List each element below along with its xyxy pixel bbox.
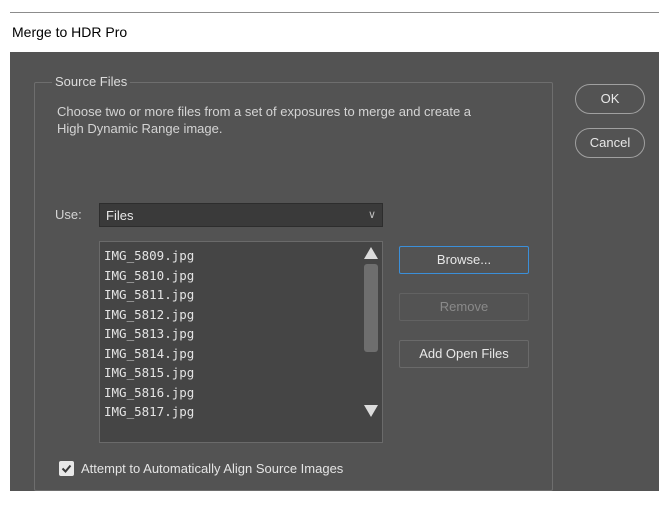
dialog-body: Source Files Choose two or more files fr…	[10, 52, 659, 491]
file-list-item[interactable]: IMG_5812.jpg	[104, 305, 194, 324]
remove-button[interactable]: Remove	[399, 293, 529, 321]
use-label: Use:	[55, 207, 82, 222]
file-list-item[interactable]: IMG_5816.jpg	[104, 383, 194, 402]
file-list-item[interactable]: IMG_5813.jpg	[104, 324, 194, 343]
align-checkbox-label[interactable]: Attempt to Automatically Align Source Im…	[81, 461, 343, 476]
cancel-button[interactable]: Cancel	[575, 128, 645, 158]
file-list-item[interactable]: IMG_5811.jpg	[104, 285, 194, 304]
align-checkbox[interactable]	[59, 461, 74, 476]
scroll-down-arrow-icon[interactable]	[362, 402, 380, 420]
merge-to-hdr-window: Merge to HDR Pro Source Files Choose two…	[0, 0, 659, 508]
file-list[interactable]: IMG_5809.jpg IMG_5810.jpg IMG_5811.jpg IMG_…	[99, 241, 383, 443]
file-list-scrollbar[interactable]	[360, 242, 382, 442]
chevron-down-icon: ∨	[367, 209, 376, 221]
source-files-legend: Source Files	[52, 74, 131, 89]
file-list-item[interactable]: IMG_5810.jpg	[104, 266, 194, 285]
use-dropdown-value: Files	[106, 208, 134, 223]
browse-button[interactable]: Browse...	[399, 246, 529, 274]
source-files-description: Choose two or more files from a set of e…	[57, 104, 472, 136]
scroll-up-arrow-icon[interactable]	[362, 244, 380, 262]
checkmark-icon	[61, 464, 72, 473]
use-dropdown[interactable]: Files ∨	[99, 203, 383, 227]
file-list-item[interactable]: IMG_5809.jpg	[104, 246, 194, 265]
title-bar[interactable]: Merge to HDR Pro	[10, 12, 659, 53]
file-list-item[interactable]: IMG_5815.jpg	[104, 363, 194, 382]
source-files-group: Source Files Choose two or more files fr…	[34, 74, 553, 491]
add-open-files-button[interactable]: Add Open Files	[399, 340, 529, 368]
window-title: Merge to HDR Pro	[12, 24, 128, 40]
file-list-item[interactable]: IMG_5817.jpg	[104, 402, 194, 421]
scrollbar-thumb[interactable]	[364, 264, 378, 352]
file-list-item[interactable]: IMG_5814.jpg	[104, 344, 194, 363]
ok-button[interactable]: OK	[575, 84, 645, 114]
